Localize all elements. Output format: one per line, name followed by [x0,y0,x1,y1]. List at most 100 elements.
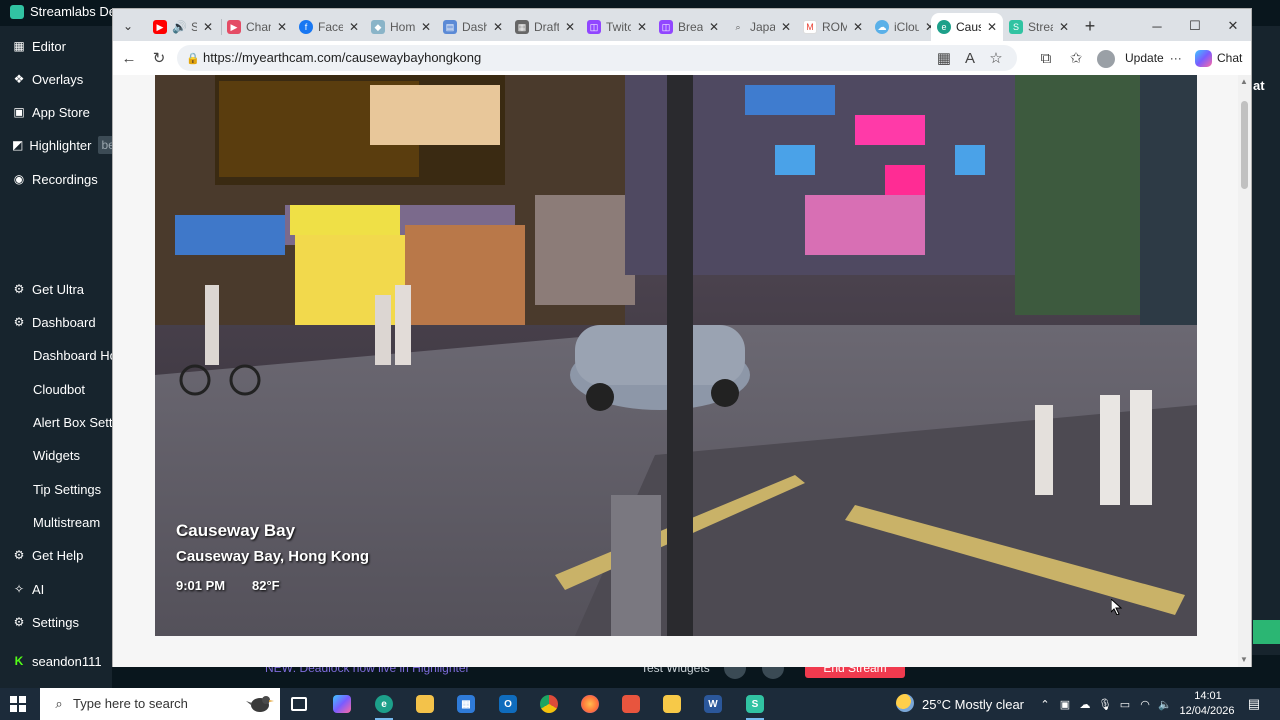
sidebar-item-label: App Store [32,104,90,120]
read-aloud-icon[interactable]: A [959,47,981,69]
minimize-icon[interactable]: ─ [1145,15,1169,37]
page-scrollbar[interactable]: ▲ ▼ [1238,75,1251,667]
close-tab-icon[interactable]: ✕ [203,20,213,34]
sidebar-item-settings[interactable]: ⚙ Settings [0,610,112,634]
close-tab-icon[interactable]: ✕ [637,20,647,34]
firefox-icon[interactable] [577,692,603,716]
sidebar-item-account[interactable]: K seandon111 [0,649,112,673]
windows-taskbar: ⌕ Type here to search e ▦ O W S 25°C Mos… [0,688,1280,720]
tab-strip: ⌄ ▶ 🔊 S ✕ ▶ Chann ✕ f Faceb ✕ ◆ Home ✕ ▤… [113,9,1251,41]
close-tab-icon[interactable]: ✕ [987,20,997,34]
tab-facebook[interactable]: f Faceb ✕ [293,13,365,41]
scroll-down-arrow-icon[interactable]: ▼ [1240,655,1248,664]
close-tab-icon[interactable]: ✕ [493,20,503,34]
weather-moon-icon[interactable] [896,694,914,712]
close-tab-icon[interactable]: ✕ [349,20,359,34]
profile-avatar[interactable] [1097,50,1115,68]
chevron-up-icon[interactable]: ⌃ [1038,697,1052,711]
clock-time[interactable]: 14:01 [1188,690,1228,702]
close-tab-icon[interactable]: ✕ [565,20,575,34]
sidebar-item-dashboard-home[interactable]: Dashboard Hor [0,343,112,367]
close-tab-icon[interactable]: ✕ [1059,20,1069,34]
favorites-icon[interactable]: ✩ [1065,47,1087,69]
streamlabs-app-icon[interactable]: S [742,692,768,720]
tab-youtube[interactable]: ▶ 🔊 S ✕ [147,13,219,41]
wifi-icon[interactable]: ◠ [1138,697,1152,711]
close-tab-icon[interactable]: ✕ [421,20,431,34]
weather-text[interactable]: 25°C Mostly clear [922,697,1024,712]
sidebar-item-cloudbot[interactable]: Cloudbot [0,377,112,401]
sidebar-item-highlighter[interactable]: ◩ Highlighter be [0,133,112,157]
tab-twitch[interactable]: ◫ Twitch ✕ [581,13,653,41]
site-info-icon[interactable]: 🔒 [185,50,201,66]
sidebar-item-ai[interactable]: ✧ AI [0,577,112,601]
close-window-icon[interactable]: ✕ [1221,15,1245,37]
app-available-icon[interactable]: ▦ [933,47,955,69]
tab-label: Chann [246,20,271,34]
tab-break[interactable]: ◫ Break ✕ [653,13,725,41]
back-arrow-icon[interactable]: ← [118,47,140,69]
volume-icon[interactable]: 🔈 [1158,697,1172,711]
onedrive-icon[interactable]: ☁ [1078,697,1092,711]
sidebar-item-alert-box-settings[interactable]: Alert Box Settin [0,410,112,434]
clock-date[interactable]: 12/04/2026 [1176,705,1238,717]
chrome-icon[interactable] [536,692,562,716]
address-bar[interactable]: 🔒 https://myearthcam.com/causewaybayhong… [177,45,1017,71]
scroll-thumb[interactable] [1241,101,1248,189]
sidebar-item-tip-settings[interactable]: Tip Settings [0,477,112,501]
tab-home[interactable]: ◆ Home ✕ [365,13,437,41]
tab-drafts[interactable]: ▦ Drafts ✕ [509,13,581,41]
tab-channel[interactable]: ▶ Chann ✕ [221,13,293,41]
taskbar-search-box[interactable]: ⌕ Type here to search [40,688,280,720]
sidebar-item-widgets[interactable]: Widgets [0,443,112,467]
sidebar-item-editor[interactable]: ▦ Editor [0,34,112,58]
tab-japan[interactable]: ⌕ Japan ✕ [725,13,797,41]
maximize-icon[interactable]: ☐ [1183,15,1207,37]
sidebar-item-overlays[interactable]: ❖ Overlays [0,67,112,91]
notifications-icon[interactable]: ▤ [1246,696,1262,712]
sidebar-item-get-help[interactable]: ⚙ Get Help [0,543,112,567]
sidebar-item-get-ultra[interactable]: ⚙ Get Ultra [0,277,112,301]
extensions-icon[interactable]: ⧉ [1035,47,1057,69]
edge-app-icon[interactable]: e [371,692,397,720]
sidebar-item-app-store[interactable]: ▣ App Store [0,100,112,124]
windows-start-icon[interactable] [10,696,26,712]
tab-actions-chevron-icon[interactable]: ⌄ [117,15,139,37]
favorite-star-icon[interactable]: ☆ [985,47,1007,69]
task-view-icon[interactable] [286,692,312,716]
update-label: Update [1125,51,1164,65]
word-icon[interactable]: W [700,692,726,716]
gmail-icon: M [803,20,817,34]
copilot-chat-button[interactable]: Chat [1195,48,1242,68]
live-camera-feed[interactable]: Causeway Bay Causeway Bay, Hong Kong 9:0… [155,75,1197,636]
close-tab-icon[interactable]: ✕ [853,20,863,34]
camera-title: Causeway Bay [176,521,296,540]
scroll-up-arrow-icon[interactable]: ▲ [1240,77,1248,86]
close-tab-icon[interactable]: ✕ [277,20,287,34]
chat-header-fragment: at [1253,78,1265,93]
microphone-icon[interactable]: 🎙 [1098,697,1112,711]
tab-dashboard[interactable]: ▤ Dashb ✕ [437,13,509,41]
file-explorer-icon[interactable] [412,692,438,716]
microsoft-store-icon[interactable]: ▦ [453,692,479,716]
refresh-icon[interactable]: ↻ [148,47,170,69]
tab-streamlabs[interactable]: S Strea ✕ [1003,13,1075,41]
tab-causeway-active[interactable]: e Cause ✕ [931,13,1003,41]
battery-icon[interactable]: ▭ [1118,697,1132,711]
app-icon[interactable] [618,692,644,716]
sidebar-item-recordings[interactable]: ◉ Recordings [0,167,112,191]
close-tab-icon[interactable]: ✕ [709,20,719,34]
sidebar-item-multistream[interactable]: Multistream [0,510,112,534]
new-tab-plus-icon[interactable]: + [1079,15,1101,37]
tray-app-icon[interactable]: ▣ [1058,697,1072,711]
url-text[interactable]: https://myearthcam.com/causewaybayhongko… [203,50,481,65]
update-button[interactable]: Update ··· [1125,49,1182,67]
chat-send-button[interactable] [1253,620,1280,644]
sidebar-item-label: Overlays [32,71,84,87]
close-tab-icon[interactable]: ✕ [781,20,791,34]
sticky-notes-icon[interactable] [659,692,685,716]
copilot-app-icon[interactable] [329,692,355,716]
tab-gmail[interactable]: M ROM ✕ [797,13,869,41]
sidebar-item-dashboard[interactable]: ⚙ Dashboard [0,310,112,334]
outlook-icon[interactable]: O [495,692,521,716]
